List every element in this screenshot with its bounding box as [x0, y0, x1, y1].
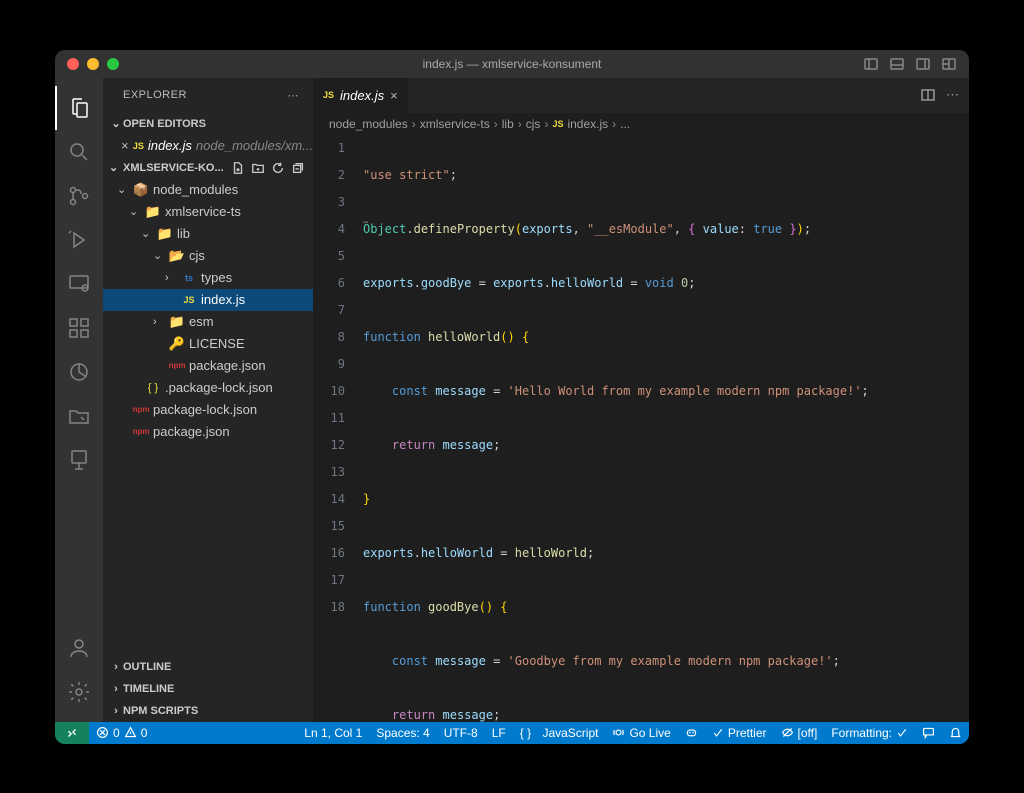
tree-folder-xmlservice-ts[interactable]: ⌄📁 xmlservice-ts	[103, 201, 313, 223]
project-section-header[interactable]: ⌄ XMLSERVICE-KO...	[103, 157, 313, 179]
sidebar: EXPLORER ⋯ ⌄ OPEN EDITORS × JS index.js …	[103, 78, 313, 722]
panel-right-icon[interactable]	[915, 56, 931, 72]
status-bar: 0 0 Ln 1, Col 1 Spaces: 4 UTF-8 LF { } J…	[55, 722, 969, 744]
maximize-window-button[interactable]	[107, 58, 119, 70]
open-editor-filename: index.js	[148, 138, 192, 153]
activity-source-control-icon[interactable]	[55, 174, 103, 218]
status-eye-off[interactable]: [off]	[774, 726, 825, 740]
open-editor-path: node_modules/xm...	[196, 138, 313, 153]
status-feedback-icon[interactable]	[915, 726, 942, 739]
open-editor-item[interactable]: × JS index.js node_modules/xm...	[103, 135, 313, 157]
activity-folder-icon[interactable]	[55, 394, 103, 438]
editor-area: JS index.js × ⋯ node_modules› xmlservice…	[313, 78, 969, 722]
tree-file-package-json[interactable]: npm package.json	[103, 355, 313, 377]
npm-scripts-label: NPM SCRIPTS	[123, 705, 198, 717]
activity-bar	[55, 78, 103, 722]
status-spaces[interactable]: Spaces: 4	[369, 726, 436, 740]
tree-file-package-lock[interactable]: npm package-lock.json	[103, 399, 313, 421]
activity-account-icon[interactable]	[55, 626, 103, 670]
status-copilot[interactable]	[678, 726, 705, 739]
tree-file-package-lock-hidden[interactable]: { } .package-lock.json	[103, 377, 313, 399]
code-content[interactable]: "use strict"; ⋯Object.defineProperty(exp…	[363, 135, 969, 722]
activity-extensions-icon[interactable]	[55, 306, 103, 350]
remote-indicator[interactable]	[55, 722, 89, 744]
line-numbers: 123456789101112131415161718	[313, 135, 363, 722]
outline-section[interactable]: › OUTLINE	[103, 656, 313, 678]
js-file-icon: JS	[181, 295, 197, 305]
timeline-label: TIMELINE	[123, 683, 174, 695]
activity-server-icon[interactable]	[55, 438, 103, 482]
editor-tabs: JS index.js × ⋯	[313, 78, 969, 113]
tab-more-icon[interactable]: ⋯	[946, 87, 959, 103]
new-file-icon[interactable]	[231, 161, 245, 175]
sidebar-header: EXPLORER ⋯	[103, 78, 313, 113]
js-file-icon: JS	[133, 141, 144, 151]
status-formatting[interactable]: Formatting:	[824, 726, 915, 740]
minimize-window-button[interactable]	[87, 58, 99, 70]
tree-folder-node-modules[interactable]: ⌄📦 node_modules	[103, 179, 313, 201]
open-editors-label: OPEN EDITORS	[123, 118, 206, 130]
outline-label: OUTLINE	[123, 661, 171, 673]
status-bell-icon[interactable]	[942, 726, 969, 739]
open-editors-section[interactable]: ⌄ OPEN EDITORS	[103, 113, 313, 135]
tree-folder-esm[interactable]: ›📁 esm	[103, 311, 313, 333]
tree-folder-lib[interactable]: ⌄📁 lib	[103, 223, 313, 245]
tree-folder-cjs[interactable]: ⌄📂 cjs	[103, 245, 313, 267]
panel-bottom-icon[interactable]	[889, 56, 905, 72]
activity-settings-icon[interactable]	[55, 670, 103, 714]
status-errors[interactable]: 0 0	[89, 722, 154, 744]
editor-tab-index-js[interactable]: JS index.js ×	[313, 78, 409, 113]
panel-left-icon[interactable]	[863, 56, 879, 72]
refresh-icon[interactable]	[271, 161, 285, 175]
explorer-title: EXPLORER	[123, 89, 187, 101]
js-file-icon: JS	[552, 119, 563, 129]
json-file-icon: { }	[145, 382, 161, 394]
tab-filename: index.js	[340, 88, 384, 103]
code-editor[interactable]: 123456789101112131415161718 "use strict"…	[313, 135, 969, 722]
close-window-button[interactable]	[67, 58, 79, 70]
tree-folder-types[interactable]: ›ts types	[103, 267, 313, 289]
window-title: index.js — xmlservice-konsument	[55, 57, 969, 71]
vscode-window: index.js — xmlservice-konsument	[55, 50, 969, 744]
status-prettier[interactable]: Prettier	[705, 726, 774, 740]
status-go-live[interactable]: Go Live	[605, 726, 677, 740]
titlebar-right-icons	[863, 56, 957, 72]
collapse-all-icon[interactable]	[291, 161, 305, 175]
file-tree: ⌄📦 node_modules ⌄📁 xmlservice-ts ⌄📁 lib …	[103, 179, 313, 443]
tree-file-package[interactable]: npm package.json	[103, 421, 313, 443]
tree-file-license[interactable]: 🔑 LICENSE	[103, 333, 313, 355]
split-editor-icon[interactable]	[920, 87, 936, 103]
js-file-icon: JS	[323, 90, 334, 100]
timeline-section[interactable]: › TIMELINE	[103, 678, 313, 700]
activity-remote-explorer-icon[interactable]	[55, 262, 103, 306]
sidebar-more-icon[interactable]: ⋯	[288, 89, 300, 102]
new-folder-icon[interactable]	[251, 161, 265, 175]
status-language[interactable]: { } JavaScript	[513, 726, 606, 740]
titlebar: index.js — xmlservice-konsument	[55, 50, 969, 78]
close-tab-icon[interactable]: ×	[390, 88, 398, 103]
status-encoding[interactable]: UTF-8	[437, 726, 485, 740]
npm-scripts-section[interactable]: › NPM SCRIPTS	[103, 700, 313, 722]
breadcrumb[interactable]: node_modules› xmlservice-ts› lib› cjs› J…	[313, 113, 969, 135]
project-name: XMLSERVICE-KO...	[123, 162, 224, 174]
activity-search-icon[interactable]	[55, 130, 103, 174]
activity-explorer-icon[interactable]	[55, 86, 103, 130]
tree-file-index-js[interactable]: JS index.js	[103, 289, 313, 311]
activity-debug-icon[interactable]	[55, 218, 103, 262]
traffic-lights	[67, 58, 119, 70]
close-icon[interactable]: ×	[121, 138, 129, 153]
status-eol[interactable]: LF	[485, 726, 513, 740]
status-cursor-position[interactable]: Ln 1, Col 1	[297, 726, 369, 740]
layout-icon[interactable]	[941, 56, 957, 72]
activity-segment-icon[interactable]	[55, 350, 103, 394]
